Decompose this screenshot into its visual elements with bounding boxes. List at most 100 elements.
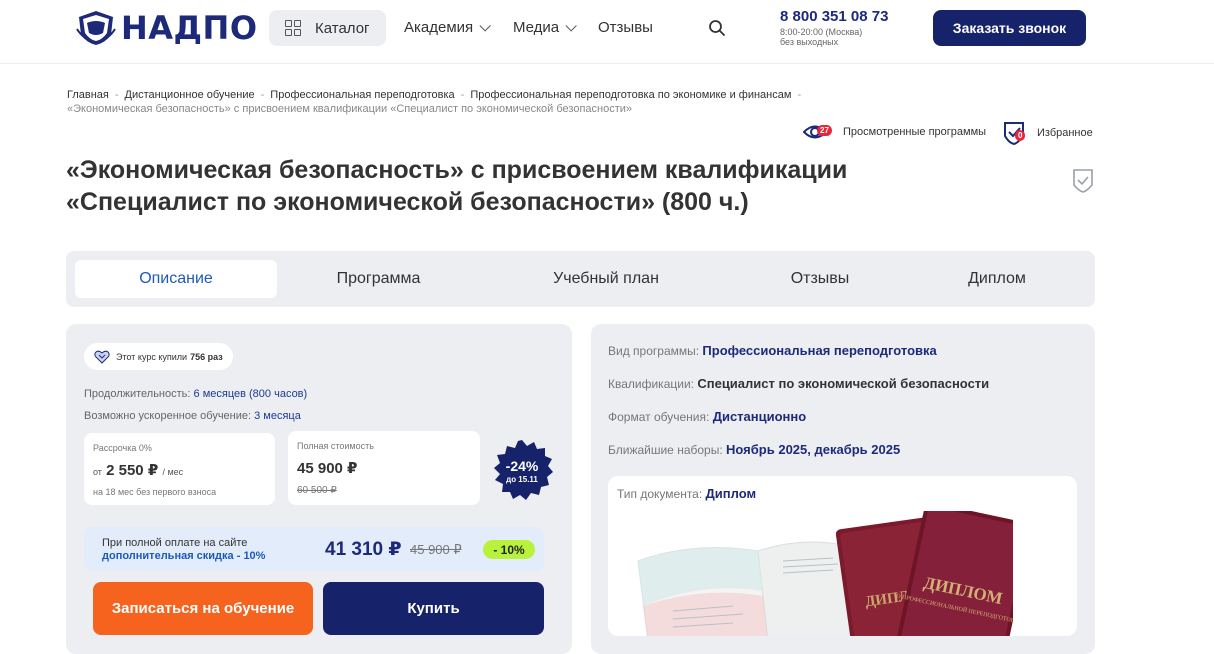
breadcrumb-separator: -	[797, 89, 802, 101]
tab-reviews[interactable]: Отзывы	[756, 260, 884, 298]
spec-format-value: Дистанционно	[712, 409, 807, 424]
buy-button[interactable]: Купить	[323, 582, 544, 635]
add-to-favorites-icon[interactable]	[1072, 168, 1094, 194]
promo-old-price: 45 900 ₽	[410, 542, 462, 557]
viewed-programs-label: Просмотренные программы	[843, 126, 987, 138]
breadcrumb-separator: -	[260, 89, 265, 101]
promo-line-1: При полной оплате на сайте	[102, 537, 248, 549]
spec-enrollment: Ближайшие наборы: Ноябрь 2025, декабрь 2…	[608, 442, 900, 457]
promo-box: При полной оплате на сайте дополнительна…	[84, 527, 544, 571]
tab-program[interactable]: Программа	[296, 260, 461, 298]
favorites-shield-icon: 0	[1003, 120, 1029, 146]
breadcrumb-item[interactable]: Главная	[67, 89, 109, 101]
logo[interactable]: НАДПО	[75, 9, 258, 47]
breadcrumb-separator: -	[460, 89, 465, 101]
full-price-old: 60 500 ₽	[297, 485, 337, 496]
duration-label: Продолжительность:	[84, 388, 191, 400]
installment-note: на 18 мес без первого взноса	[93, 487, 217, 497]
chevron-down-icon	[565, 19, 577, 32]
hours-line-1: 8:00-20:00 (Москва)	[780, 27, 863, 37]
favorites-link[interactable]: 0 Избранное	[1003, 120, 1093, 146]
nav-academy-label: Академия	[404, 19, 474, 36]
grid-icon	[285, 20, 301, 36]
promo-percent-badge: - 10%	[483, 540, 535, 559]
tab-diploma[interactable]: Диплом	[936, 260, 1058, 298]
full-price-box: Полная стоимость 45 900 ₽ 60 500 ₽	[288, 431, 480, 505]
breadcrumb-item[interactable]: Профессиональная переподготовка по эконо…	[470, 89, 791, 101]
bought-prefix: Этот курс купили	[116, 351, 188, 362]
breadcrumb: Главная - Дистанционное обучение - Профессио…	[67, 88, 867, 116]
breadcrumb-separator: -	[114, 89, 119, 101]
breadcrumb-item[interactable]: Дистанционное обучение	[125, 89, 255, 101]
page-title-line-1: «Экономическая безопасность» с присвоени…	[66, 156, 848, 184]
spec-program-type-value: Профессиональная переподготовка	[702, 343, 937, 358]
accelerated-line: Возможно ускоренное обучение: 3 месяца	[84, 410, 301, 422]
viewed-count-badge: 27	[817, 125, 832, 136]
phone-hours: 8:00-20:00 (Москва) без выходных	[780, 27, 888, 47]
search-icon[interactable]	[708, 19, 726, 37]
hours-line-2: без выходных	[780, 37, 839, 47]
chevron-down-icon	[479, 19, 491, 32]
logo-emblem-icon	[76, 11, 116, 45]
spec-enrollment-value: Ноябрь 2025, декабрь 2025	[726, 442, 901, 457]
bought-count-pill: Этот курс купили 756 раз	[84, 343, 233, 370]
phone-block: 8 800 351 08 73 8:00-20:00 (Москва) без …	[780, 8, 888, 47]
tab-curriculum[interactable]: Учебный план	[521, 260, 691, 298]
breadcrumb-item[interactable]: Профессиональная переподготовка	[270, 89, 454, 101]
logo-text: НАДПО	[121, 9, 258, 47]
installment-box: Рассрочка 0% от 2 550 ₽ / мес на 18 мес …	[84, 433, 275, 505]
spec-enrollment-label: Ближайшие наборы:	[608, 443, 723, 457]
installment-per: / мес	[162, 467, 184, 477]
promo-line-2: дополнительная скидка - 10%	[102, 550, 266, 562]
catalog-button[interactable]: Каталог	[269, 10, 386, 46]
nav-media[interactable]: Медиа	[513, 19, 577, 36]
heart-diamond-icon	[94, 350, 110, 364]
spec-format: Формат обучения: Дистанционно	[608, 409, 806, 424]
nav-academy[interactable]: Академия	[404, 19, 491, 36]
spec-qualification-label: Квалификации:	[608, 377, 694, 391]
tab-description[interactable]: Описание	[75, 260, 277, 298]
doc-type-value: Диплом	[705, 486, 757, 501]
accelerated-value: 3 месяца	[254, 410, 301, 422]
installment-price: от 2 550 ₽ / мес	[93, 461, 183, 479]
breadcrumb-current: «Экономическая безопасность» с присвоени…	[67, 103, 633, 115]
callback-button[interactable]: Заказать звонок	[933, 10, 1086, 46]
favorites-label: Избранное	[1037, 127, 1093, 139]
promo-text: При полной оплате на сайте дополнительна…	[102, 537, 265, 563]
spec-program-type-label: Вид программы:	[608, 344, 700, 358]
phone-number[interactable]: 8 800 351 08 73	[780, 8, 888, 25]
diploma-image: ДИПЛОМ ДИПЛОМ О ПРОФЕССИОНАЛЬНОЙ ПЕРЕПОД…	[637, 511, 1013, 636]
nav-reviews-label: Отзывы	[598, 19, 653, 36]
page-title: «Экономическая безопасность» с присвоени…	[66, 154, 966, 218]
page-title-line-2: «Специалист по экономической безопасност…	[66, 188, 749, 216]
nav-reviews[interactable]: Отзывы	[598, 19, 653, 36]
bought-count: 756 раз	[190, 351, 223, 362]
spec-program-type: Вид программы: Профессиональная переподг…	[608, 343, 937, 358]
full-price-label: Полная стоимость	[297, 441, 374, 451]
program-specs-card: Вид программы: Профессиональная переподг…	[591, 324, 1095, 654]
installment-value: 2 550 ₽	[106, 462, 159, 479]
spec-qualification: Квалификации: Специалист по экономическо…	[608, 376, 989, 391]
viewed-programs-link[interactable]: 27 Просмотренные программы	[802, 121, 987, 143]
full-price-value: 45 900 ₽	[297, 460, 358, 477]
spec-format-label: Формат обучения:	[608, 410, 710, 424]
discount-until: до 15.11	[506, 475, 538, 484]
tab-bar: Описание Программа Учебный план Отзывы Д…	[66, 251, 1095, 307]
eye-icon: 27	[802, 121, 833, 143]
doc-type-line: Тип документа: Диплом	[617, 486, 756, 501]
catalog-label: Каталог	[315, 19, 370, 37]
discount-percent: -24%	[506, 458, 539, 474]
nav-media-label: Медиа	[513, 19, 560, 36]
spec-qualification-value: Специалист по экономической безопасности	[697, 376, 990, 391]
enroll-button[interactable]: Записаться на обучение	[93, 582, 313, 635]
discount-starburst: -24% до 15.11	[494, 440, 553, 500]
duration-line: Продолжительность: 6 месяцев (800 часов)	[84, 388, 307, 400]
installment-label: Рассрочка 0%	[93, 443, 152, 453]
document-preview: Тип документа: Диплом ДИПЛОМ ДИПЛОМ О ПР…	[608, 476, 1077, 636]
promo-price: 41 310 ₽	[325, 539, 402, 560]
site-header: НАДПО Каталог Академия Медиа Отзывы 8 80…	[0, 0, 1214, 64]
doc-type-label: Тип документа:	[617, 487, 703, 501]
duration-value: 6 месяцев (800 часов)	[193, 388, 308, 400]
purchase-card: Этот курс купили 756 раз Продолжительност…	[66, 324, 572, 654]
accelerated-label: Возможно ускоренное обучение:	[84, 410, 252, 422]
